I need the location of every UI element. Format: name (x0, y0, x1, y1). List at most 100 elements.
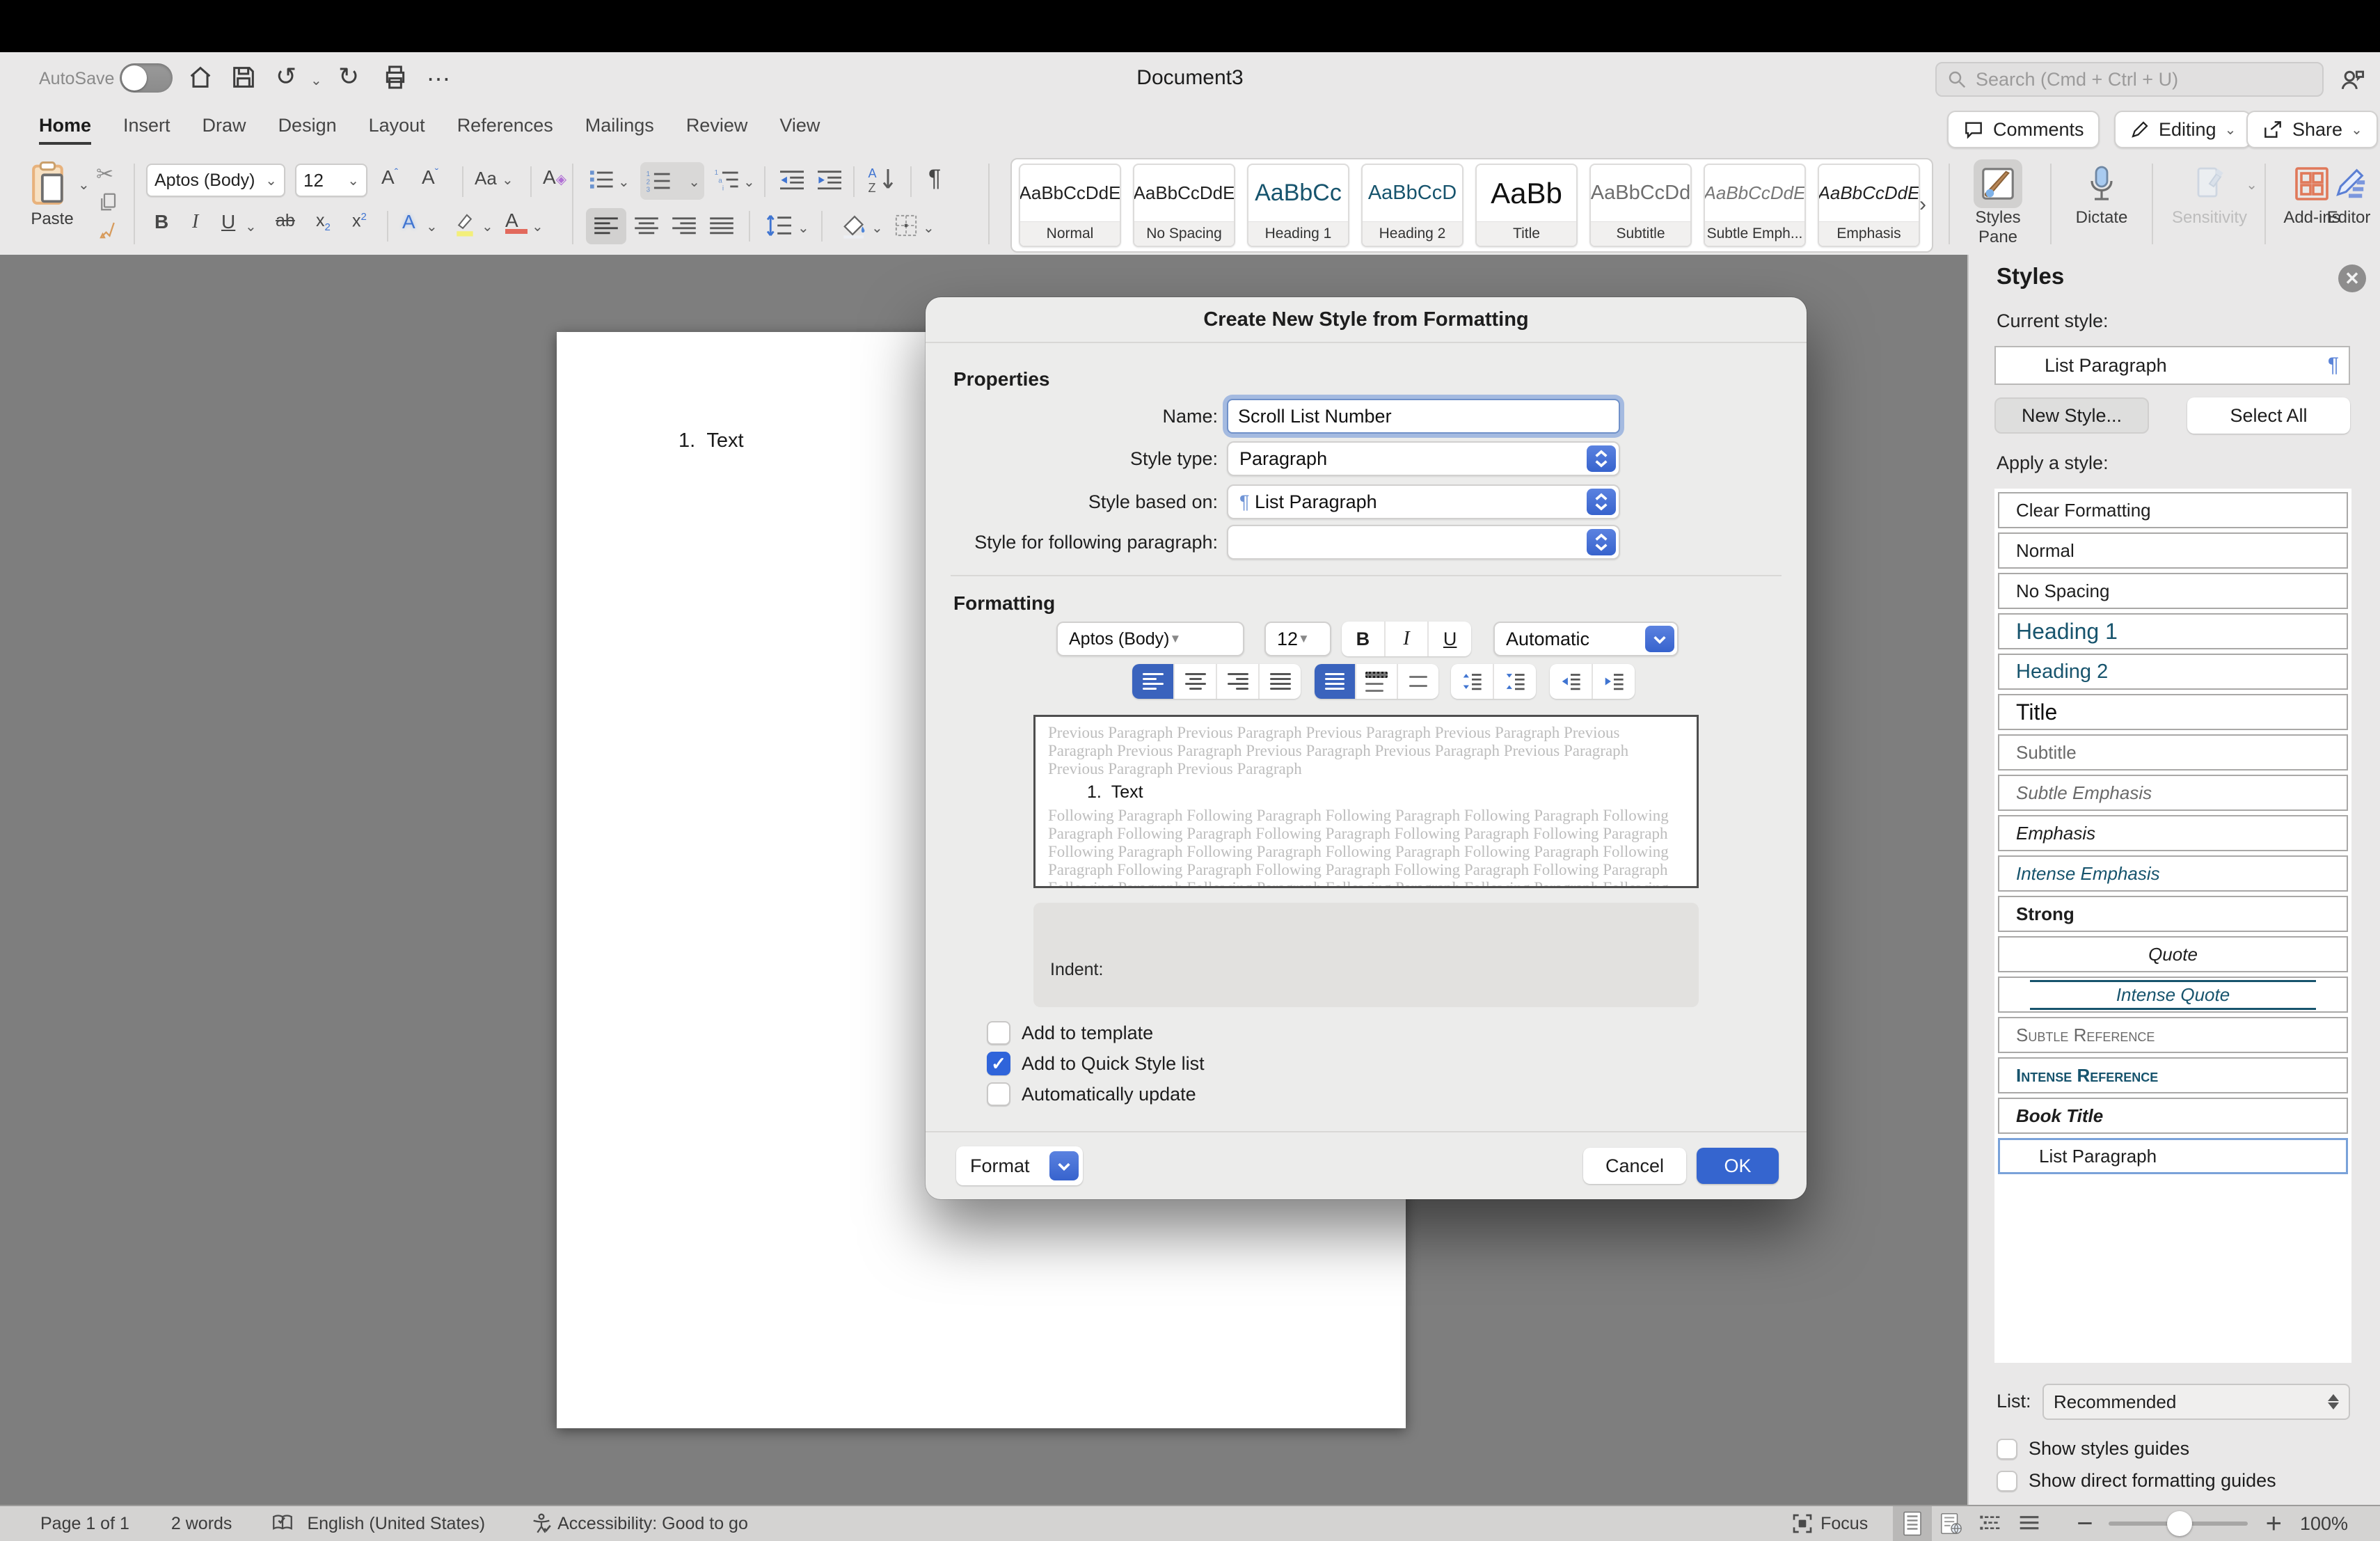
proofing-icon[interactable] (271, 1512, 294, 1535)
ribbon-tab[interactable]: Design (278, 115, 337, 136)
add-to-template-row[interactable]: Add to template (987, 1021, 1153, 1045)
following-select[interactable] (1227, 525, 1620, 560)
zoom-slider-thumb[interactable] (2167, 1511, 2192, 1536)
ribbon-tab[interactable]: Draw (203, 115, 246, 136)
ribbon-tab[interactable]: Home (39, 115, 91, 145)
comments-button[interactable]: Comments (1947, 111, 2100, 148)
style-gallery-item[interactable]: AaBbCcD Heading 2 (1361, 164, 1463, 247)
add-to-quick-style-row[interactable]: Add to Quick Style list (987, 1052, 1205, 1075)
chevron-down-icon[interactable]: ⌄ (923, 219, 935, 237)
chevron-down-icon[interactable]: ⌄ (426, 218, 438, 235)
show-direct-guides-row[interactable]: Show direct formatting guides (1997, 1470, 2276, 1492)
italic-button[interactable]: I (192, 211, 198, 233)
share-button[interactable]: Share ⌄ (2246, 111, 2378, 148)
font-size-select[interactable]: 12 ⌄ (295, 164, 367, 197)
web-layout-view-button[interactable] (1932, 1506, 1971, 1541)
style-gallery-item[interactable]: AaBbCcDdE No Spacing (1133, 164, 1235, 247)
ribbon-tab[interactable]: Review (686, 115, 748, 136)
chevron-down-icon[interactable]: ⌄ (618, 173, 630, 191)
grow-font-icon[interactable]: Aˆ (381, 166, 398, 189)
one-half-space-button[interactable] (1356, 664, 1398, 699)
chevron-down-icon[interactable]: ⌄ (482, 218, 493, 235)
style-list-item[interactable]: List Paragraph (1998, 1138, 2348, 1174)
copy-icon[interactable] (97, 191, 118, 212)
highlight-icon[interactable] (452, 211, 477, 237)
style-list-item[interactable]: Heading 2 (1998, 654, 2348, 690)
ribbon-tab[interactable]: References (457, 115, 553, 136)
line-spacing-icon[interactable] (765, 214, 793, 237)
style-gallery-item[interactable]: AaBbCcDd Subtitle (1589, 164, 1692, 247)
pilcrow-icon[interactable]: ¶ (928, 165, 941, 192)
draft-view-button[interactable] (2010, 1506, 2049, 1541)
show-styles-guides-checkbox[interactable] (1997, 1439, 2017, 1460)
list-filter-select[interactable]: Recommended (2042, 1384, 2350, 1420)
single-space-button[interactable] (1315, 664, 1356, 699)
current-style-box[interactable]: List Paragraph ¶ (1994, 346, 2350, 385)
font-color-icon[interactable]: A (505, 210, 527, 234)
autosave-toggle[interactable] (120, 63, 173, 93)
format-size-select[interactable]: 12 ▼ (1264, 622, 1331, 656)
automatically-update-row[interactable]: Automatically update (987, 1082, 1196, 1106)
word-count[interactable]: 2 words (171, 1514, 232, 1534)
increase-space-before-button[interactable] (1451, 664, 1494, 699)
paste-chevron-icon[interactable]: ⌄ (78, 176, 90, 193)
ok-button[interactable]: OK (1697, 1148, 1779, 1184)
zoom-slider[interactable] (2109, 1522, 2248, 1526)
chevron-down-icon[interactable]: ⌄ (871, 219, 883, 237)
align-right-button[interactable] (1217, 664, 1260, 699)
increase-indent-button[interactable] (1593, 664, 1635, 699)
more-commands-icon[interactable]: … (426, 58, 451, 87)
print-icon[interactable] (381, 63, 409, 91)
language-status[interactable]: English (United States) (307, 1514, 485, 1534)
presence-people-icon[interactable] (2337, 65, 2367, 95)
style-list-item[interactable]: Book Title (1998, 1098, 2348, 1134)
new-style-button[interactable]: New Style... (1994, 397, 2149, 434)
outline-view-button[interactable] (1971, 1506, 2010, 1541)
style-gallery-item[interactable]: AaBb Title (1475, 164, 1578, 247)
undo-chevron-icon[interactable]: ⌄ (310, 72, 322, 89)
ribbon-tab[interactable]: Insert (123, 115, 170, 136)
format-menu-button[interactable]: Format (956, 1146, 1083, 1185)
double-space-button[interactable] (1398, 664, 1438, 699)
style-list-item[interactable]: Heading 1 (1998, 613, 2348, 649)
style-list-item[interactable]: Title (1998, 694, 2348, 730)
decrease-indent-button[interactable] (1550, 664, 1593, 699)
decrease-indent-icon[interactable] (778, 168, 806, 191)
accessibility-icon[interactable] (530, 1512, 553, 1535)
chevron-down-icon[interactable]: ⌄ (743, 173, 755, 191)
format-painter-icon[interactable] (97, 219, 118, 240)
font-name-select[interactable]: Aptos (Body) ⌄ (146, 164, 285, 197)
style-list-item[interactable]: Quote (1998, 936, 2348, 972)
add-to-template-checkbox[interactable] (987, 1021, 1010, 1045)
based-on-select[interactable]: ¶ List Paragraph (1227, 484, 1620, 519)
format-underline-button[interactable]: U (1429, 622, 1471, 656)
editor-button[interactable]: Editor (2317, 159, 2380, 228)
search-input[interactable]: Search (Cmd + Ctrl + U) (1935, 62, 2324, 97)
zoom-out-button[interactable]: − (2077, 1508, 2093, 1540)
paste-button[interactable] (28, 161, 71, 207)
justify-icon[interactable] (710, 216, 733, 236)
style-list-item[interactable]: Intense Reference (1998, 1057, 2348, 1093)
add-to-quick-style-checkbox[interactable] (987, 1052, 1010, 1075)
clear-formatting-icon[interactable]: A◈ (543, 166, 566, 189)
undo-icon[interactable]: ↺ (276, 62, 296, 91)
zoom-level[interactable]: 100% (2300, 1513, 2348, 1535)
dictate-button[interactable]: Dictate (2060, 159, 2143, 228)
align-right-icon[interactable] (672, 216, 696, 236)
align-center-button[interactable] (1175, 664, 1217, 699)
focus-button[interactable]: Focus (1791, 1512, 1868, 1535)
align-center-icon[interactable] (635, 216, 658, 236)
underline-button[interactable]: U (221, 211, 235, 233)
change-case-icon[interactable]: Aa ⌄ (475, 168, 514, 189)
style-list-item[interactable]: Subtitle (1998, 734, 2348, 770)
format-color-select[interactable]: Automatic (1493, 622, 1679, 656)
style-list-item[interactable]: Strong (1998, 896, 2348, 932)
style-gallery-item[interactable]: AaBbCcDdE Normal (1019, 164, 1121, 247)
accessibility-status[interactable]: Accessibility: Good to go (557, 1514, 748, 1534)
style-list-item[interactable]: No Spacing (1998, 573, 2348, 609)
numbered-list-button-active[interactable]: 123 ⌄ (640, 162, 704, 200)
show-styles-guides-row[interactable]: Show styles guides (1997, 1438, 2189, 1460)
format-font-select[interactable]: Aptos (Body) ▼ (1056, 622, 1244, 656)
show-direct-formatting-checkbox[interactable] (1997, 1471, 2017, 1492)
page-count[interactable]: Page 1 of 1 (40, 1514, 129, 1534)
